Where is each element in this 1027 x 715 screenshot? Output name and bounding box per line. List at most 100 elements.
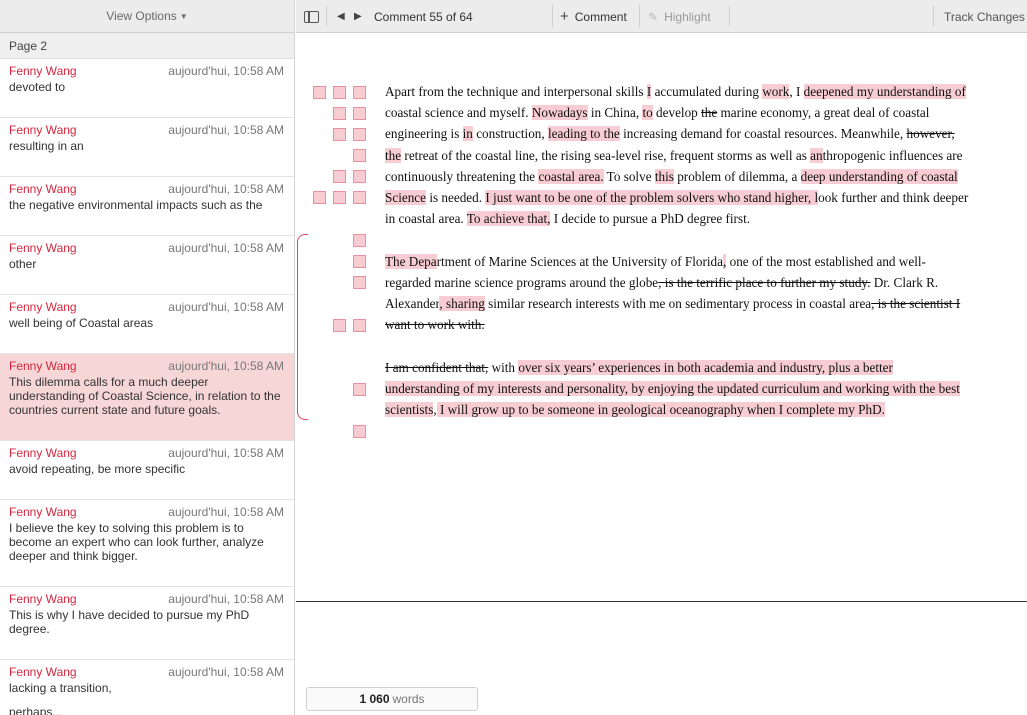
highlighted-text[interactable]: leading to the bbox=[548, 126, 620, 142]
sidebar-icon bbox=[304, 10, 319, 23]
pencil-icon: ✎ bbox=[648, 9, 659, 24]
text-run: construction, bbox=[472, 126, 548, 142]
add-comment-label: Comment bbox=[574, 9, 627, 24]
highlighted-text[interactable]: in bbox=[462, 126, 473, 142]
comment-marker[interactable] bbox=[353, 86, 366, 99]
text-run: I decide to pursue a PhD degree first. bbox=[550, 211, 751, 227]
comment-marker[interactable] bbox=[353, 170, 366, 183]
comment-marker[interactable] bbox=[353, 255, 366, 268]
comment-author: Fenny Wang bbox=[9, 300, 77, 314]
comment-marker[interactable] bbox=[353, 319, 366, 332]
toggle-sidebar-button[interactable] bbox=[304, 0, 319, 33]
comment-item[interactable]: Fenny Wang aujourd'hui, 10:58 AM the nega… bbox=[0, 177, 294, 236]
paragraph-2[interactable]: The Department of Marine Sciences at the… bbox=[385, 251, 970, 336]
track-changes-button[interactable]: Track Changes bbox=[944, 0, 1025, 33]
comment-marker[interactable] bbox=[333, 191, 346, 204]
comment-text: the negative environmental impacts such … bbox=[9, 198, 263, 212]
text-run: problem of dilemma, a bbox=[673, 168, 801, 184]
comment-author: Fenny Wang bbox=[9, 592, 77, 606]
highlight-button[interactable]: ✎ Highlight bbox=[648, 0, 711, 33]
next-comment-button[interactable]: ▶ bbox=[354, 0, 362, 33]
comment-time: aujourd'hui, 10:58 AM bbox=[168, 182, 284, 196]
comment-marker[interactable] bbox=[353, 107, 366, 120]
document-area[interactable]: Apart from the technique and interperson… bbox=[296, 33, 1027, 715]
comment-marker[interactable] bbox=[353, 425, 366, 438]
comment-item[interactable]: Fenny Wang aujourd'hui, 10:58 AM resultin… bbox=[0, 118, 294, 177]
comment-marker[interactable] bbox=[333, 107, 346, 120]
word-count-indicator[interactable]: 1 060 words bbox=[306, 687, 478, 711]
text-run: similar research interests with me on se… bbox=[484, 296, 872, 312]
highlighted-text[interactable]: , bbox=[439, 296, 446, 312]
highlighted-text[interactable]: this bbox=[654, 168, 674, 184]
paragraph-3[interactable]: I am confident that, with over six years… bbox=[385, 357, 970, 421]
comment-marker[interactable] bbox=[333, 170, 346, 183]
comment-item-selected[interactable]: Fenny Wang aujourd'hui, 10:58 AM This dil… bbox=[0, 354, 294, 441]
comment-item[interactable]: Fenny Wang aujourd'hui, 10:58 AM This is … bbox=[0, 587, 294, 660]
comment-marker[interactable] bbox=[353, 191, 366, 204]
comment-marker[interactable] bbox=[333, 319, 346, 332]
highlighted-text[interactable]: The Depa bbox=[385, 253, 437, 269]
comment-marker[interactable] bbox=[353, 383, 366, 396]
comment-marker[interactable] bbox=[353, 128, 366, 141]
highlighted-text[interactable]: work bbox=[762, 84, 790, 99]
comment-marker[interactable] bbox=[333, 86, 346, 99]
word-count-value: 1 060 bbox=[359, 692, 390, 706]
page-header: Page 2 bbox=[0, 33, 294, 59]
triangle-left-icon: ◀ bbox=[337, 11, 345, 22]
text-run: increasing demand for coastal resources.… bbox=[619, 126, 907, 142]
comment-time: aujourd'hui, 10:58 AM bbox=[168, 592, 284, 606]
highlighted-text[interactable]: sharing bbox=[446, 296, 485, 312]
highlighted-text[interactable]: deepened my understanding of bbox=[803, 84, 966, 99]
highlighted-text[interactable]: an bbox=[810, 147, 823, 163]
comment-marker[interactable] bbox=[313, 191, 326, 204]
view-options-label: View Options bbox=[106, 9, 177, 23]
highlighted-text[interactable]: Nowadays bbox=[531, 105, 588, 121]
highlighted-text[interactable]: To achieve that, bbox=[466, 211, 551, 227]
comment-marker[interactable] bbox=[353, 234, 366, 247]
toolbar-divider bbox=[933, 5, 934, 27]
text-run: retreat of the coastal line, the rising … bbox=[401, 147, 811, 163]
paragraph-1[interactable]: Apart from the technique and interperson… bbox=[385, 81, 970, 229]
comment-item[interactable]: Fenny Wang aujourd'hui, 10:58 AM other bbox=[0, 236, 294, 295]
deleted-text: I am confident that, bbox=[385, 359, 489, 375]
comment-text: resulting in an bbox=[9, 139, 84, 153]
comment-author: Fenny Wang bbox=[9, 123, 77, 137]
comment-text-cutoff: perhaps... bbox=[9, 705, 63, 715]
comment-marker[interactable] bbox=[353, 276, 366, 289]
highlighted-text[interactable]: coastal area. bbox=[538, 168, 604, 184]
comment-item[interactable]: Fenny Wang aujourd'hui, 10:58 AM I believ… bbox=[0, 500, 294, 587]
comment-marker[interactable] bbox=[313, 86, 326, 99]
comment-item[interactable]: Fenny Wang aujourd'hui, 10:58 AM avoid re… bbox=[0, 441, 294, 500]
comment-marker[interactable] bbox=[333, 128, 346, 141]
view-options-menu[interactable]: View Options ▼ bbox=[0, 0, 294, 33]
comment-time: aujourd'hui, 10:58 AM bbox=[168, 64, 284, 78]
comment-author: Fenny Wang bbox=[9, 241, 77, 255]
page-break-line bbox=[296, 601, 1027, 602]
text-run: coastal science and myself. bbox=[385, 105, 532, 121]
document-text[interactable]: Apart from the technique and interperson… bbox=[385, 81, 970, 420]
text-run: in China, bbox=[587, 105, 643, 121]
previous-comment-button[interactable]: ◀ bbox=[337, 0, 345, 33]
active-comment-connector bbox=[297, 234, 308, 420]
comment-text: I believe the key to solving this proble… bbox=[9, 521, 264, 563]
text-run: Apart from the technique and interperson… bbox=[385, 84, 647, 99]
text-run: is needed. bbox=[426, 190, 486, 206]
deleted-text: the bbox=[701, 105, 718, 121]
comment-item[interactable]: Fenny Wang aujourd'hui, 10:58 AM lacking … bbox=[0, 660, 294, 715]
comment-author: Fenny Wang bbox=[9, 359, 77, 373]
comment-author: Fenny Wang bbox=[9, 665, 77, 679]
comment-text: avoid repeating, be more specific bbox=[9, 462, 186, 476]
comment-time: aujourd'hui, 10:58 AM bbox=[168, 505, 284, 519]
add-comment-button[interactable]: + Comment bbox=[560, 0, 627, 33]
highlighted-text[interactable]: I will grow up to be someone in geologic… bbox=[436, 402, 885, 418]
highlighted-text[interactable]: I just want to be one of the problem sol… bbox=[485, 190, 819, 206]
comment-marker[interactable] bbox=[353, 149, 366, 162]
highlighted-text[interactable]: to bbox=[642, 105, 653, 121]
plus-icon: + bbox=[560, 8, 569, 25]
comment-time: aujourd'hui, 10:58 AM bbox=[168, 241, 284, 255]
comment-item[interactable]: Fenny Wang aujourd'hui, 10:58 AM devoted … bbox=[0, 59, 294, 118]
toolbar-divider bbox=[729, 5, 730, 27]
highlighted-text[interactable]: the bbox=[385, 147, 402, 163]
deleted-text: however, bbox=[906, 126, 955, 142]
comment-item[interactable]: Fenny Wang aujourd'hui, 10:58 AM well bei… bbox=[0, 295, 294, 354]
